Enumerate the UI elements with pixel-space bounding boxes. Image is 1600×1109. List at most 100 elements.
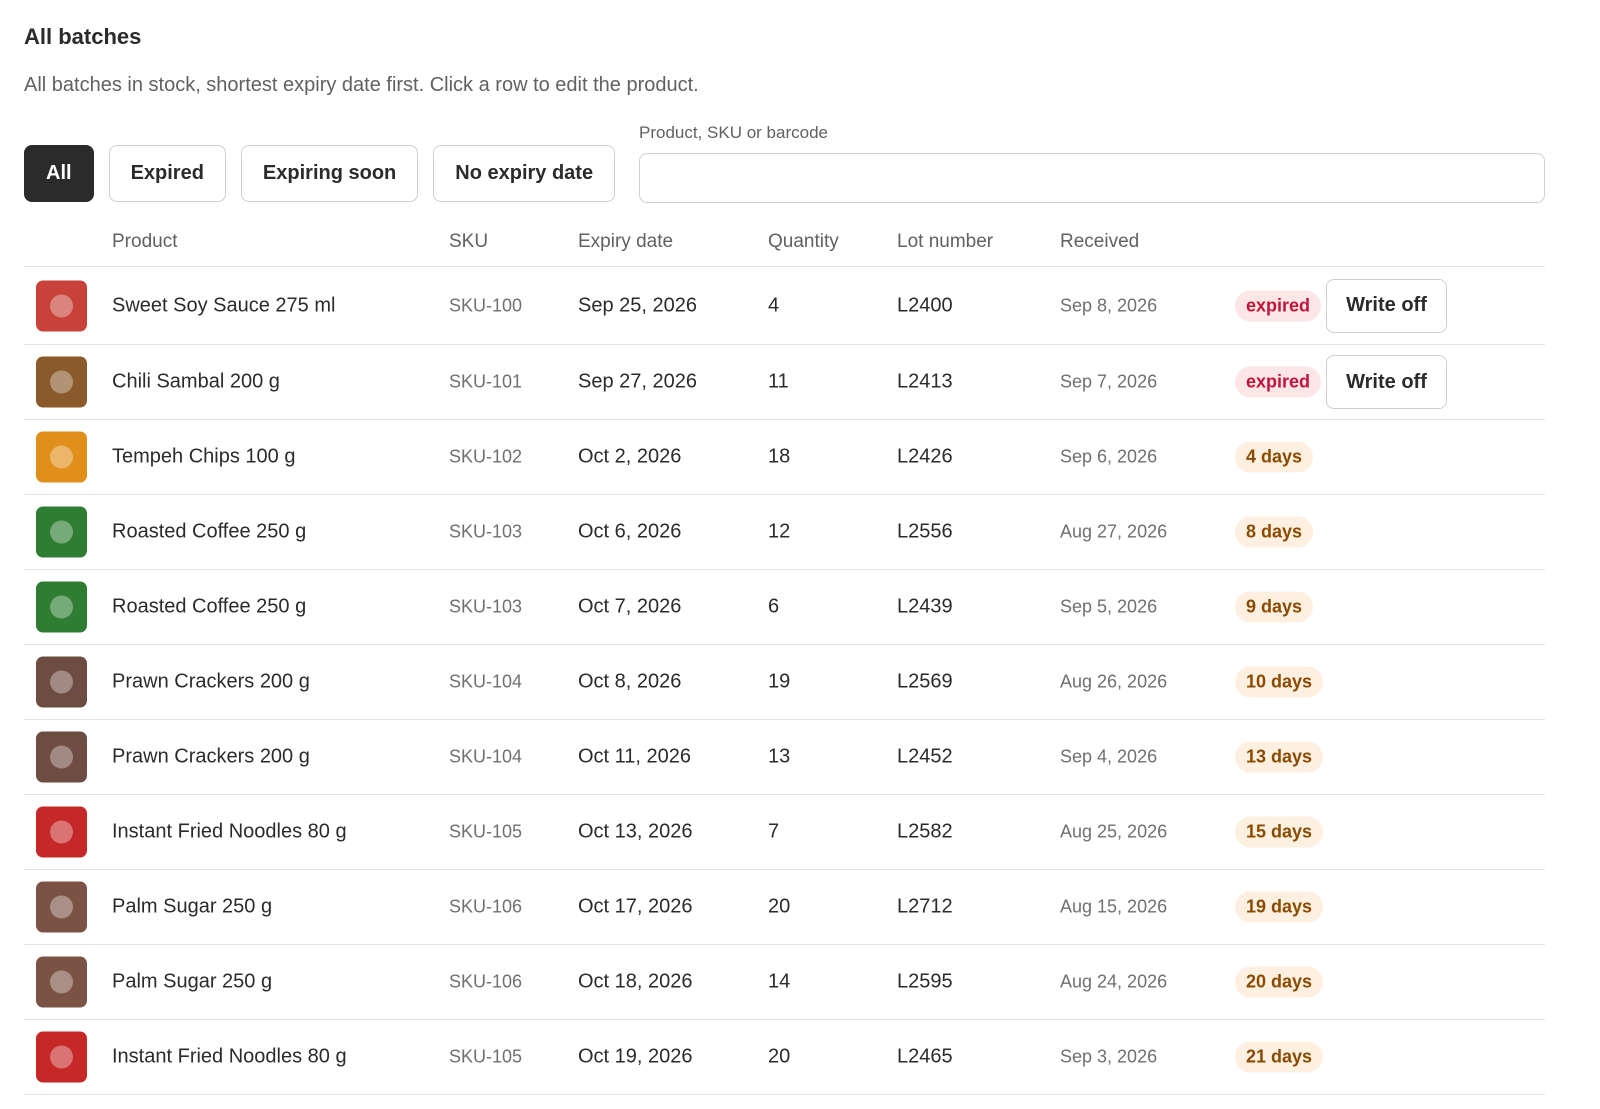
table-row[interactable]: Instant Fried Noodles 80 g SKU-105 Oct 19,…	[24, 1020, 1545, 1095]
lot-number-value: L2569	[897, 670, 953, 693]
lot-number-value: L2582	[897, 820, 953, 843]
column-quantity: Quantity	[768, 231, 839, 252]
search-input[interactable]	[639, 153, 1545, 203]
write-off-button[interactable]: Write off	[1326, 278, 1447, 333]
table-row[interactable]: Prawn Crackers 200 g SKU-104 Oct 11, 2026 1…	[24, 720, 1545, 795]
product-image-icon	[50, 445, 73, 469]
filter-expiring-soon-button[interactable]: Expiring soon	[240, 145, 419, 202]
product-image-icon	[50, 970, 73, 994]
product-thumbnail	[36, 656, 87, 708]
status-badge: 9 days	[1235, 591, 1314, 623]
batches-panel: All batches All batches in stock, shorte…	[0, 0, 1568, 1109]
status-badge: expired	[1235, 366, 1322, 398]
status-badge: 13 days	[1235, 741, 1324, 773]
quantity-value: 7	[768, 820, 780, 843]
product-thumbnail	[36, 280, 87, 331]
sku-value: SKU-105	[449, 821, 523, 842]
table-row[interactable]: Sweet Soy Sauce 275 ml SKU-100 Sep 25, 202…	[24, 267, 1545, 345]
table-row[interactable]: Instant Fried Noodles 80 g SKU-105 Oct 13,…	[24, 795, 1545, 870]
product-name: Instant Fried Noodles 80 g	[112, 820, 347, 843]
status-badge: 8 days	[1235, 516, 1314, 548]
product-thumbnail	[36, 731, 87, 783]
product-image-icon	[50, 895, 73, 919]
table-row[interactable]: Tempeh Chips 100 g SKU-102 Oct 2, 2026 18 L2…	[24, 420, 1545, 495]
expiry-date-value: Oct 8, 2026	[578, 670, 682, 693]
status-badge: 4 days	[1235, 441, 1314, 473]
filter-all-button[interactable]: All	[24, 145, 94, 202]
sku-value: SKU-104	[449, 671, 523, 692]
sku-value: SKU-106	[449, 971, 523, 992]
product-name: Sweet Soy Sauce 275 ml	[112, 294, 336, 316]
filter-group: All Expired Expiring soon No expiry date	[24, 145, 616, 202]
table-row[interactable]: Roasted Coffee 250 g SKU-103 Oct 6, 2026 12…	[24, 495, 1545, 570]
expiry-date-value: Sep 25, 2026	[578, 294, 697, 316]
page-title: All batches	[24, 24, 142, 49]
product-thumbnail	[36, 506, 87, 558]
status-badge: expired	[1235, 290, 1322, 321]
column-expiry-date: Expiry date	[578, 231, 674, 252]
expiry-date-value: Oct 7, 2026	[578, 595, 682, 618]
sku-value: SKU-104	[449, 746, 523, 767]
sku-value: SKU-103	[449, 596, 523, 617]
received-date-value: Sep 7, 2026	[1060, 371, 1158, 392]
column-received: Received	[1060, 231, 1140, 252]
product-image-icon	[50, 595, 73, 619]
filter-expired-button[interactable]: Expired	[108, 145, 226, 202]
quantity-value: 20	[768, 895, 791, 918]
received-date-value: Sep 8, 2026	[1060, 295, 1158, 315]
lot-number-value: L2595	[897, 970, 953, 993]
table-body: Sweet Soy Sauce 275 ml SKU-100 Sep 25, 202…	[24, 267, 1545, 1095]
table-row[interactable]: Palm Sugar 250 g SKU-106 Oct 17, 2026 20 L27…	[24, 870, 1545, 945]
expiry-date-value: Oct 6, 2026	[578, 520, 682, 543]
table-header: Product SKU Expiry date Quantity Lot num…	[24, 222, 1545, 267]
column-lot-number: Lot number	[897, 231, 994, 252]
sku-value: SKU-100	[449, 295, 523, 315]
received-date-value: Sep 4, 2026	[1060, 746, 1158, 767]
batches-table: Product SKU Expiry date Quantity Lot num…	[24, 222, 1545, 1095]
quantity-value: 14	[768, 970, 791, 993]
product-name: Roasted Coffee 250 g	[112, 595, 307, 618]
product-thumbnail	[36, 1031, 87, 1083]
received-date-value: Aug 25, 2026	[1060, 821, 1168, 842]
sku-value: SKU-103	[449, 521, 523, 542]
write-off-button[interactable]: Write off	[1326, 355, 1447, 409]
product-name: Palm Sugar 250 g	[112, 970, 273, 993]
quantity-value: 19	[768, 670, 791, 693]
quantity-value: 12	[768, 520, 791, 543]
column-sku: SKU	[449, 231, 489, 252]
product-thumbnail	[36, 806, 87, 858]
received-date-value: Aug 15, 2026	[1060, 896, 1168, 917]
product-image-icon	[50, 520, 73, 544]
sku-value: SKU-102	[449, 446, 523, 467]
quantity-value: 18	[768, 445, 791, 468]
table-row[interactable]: Chili Sambal 200 g SKU-101 Sep 27, 2026 11 L…	[24, 345, 1545, 420]
column-product: Product	[112, 231, 178, 252]
product-image-icon	[50, 1045, 73, 1069]
product-thumbnail	[36, 356, 87, 408]
status-badge: 10 days	[1235, 666, 1324, 698]
filter-no-expiry-button[interactable]: No expiry date	[433, 145, 616, 202]
product-name: Tempeh Chips 100 g	[112, 445, 296, 468]
received-date-value: Aug 27, 2026	[1060, 521, 1168, 542]
expiry-date-value: Oct 17, 2026	[578, 895, 693, 918]
expiry-date-value: Sep 27, 2026	[578, 370, 697, 393]
received-date-value: Sep 3, 2026	[1060, 1046, 1158, 1067]
expiry-date-value: Oct 18, 2026	[578, 970, 693, 993]
sku-value: SKU-105	[449, 1046, 523, 1067]
received-date-value: Aug 26, 2026	[1060, 671, 1168, 692]
quantity-value: 6	[768, 595, 780, 618]
quantity-value: 4	[768, 294, 780, 316]
quantity-value: 20	[768, 1045, 791, 1068]
expiry-date-value: Oct 2, 2026	[578, 445, 682, 468]
product-image-icon	[50, 745, 73, 769]
lot-number-value: L2400	[897, 294, 953, 316]
product-name: Prawn Crackers 200 g	[112, 670, 310, 693]
quantity-value: 11	[768, 370, 789, 393]
table-row[interactable]: Roasted Coffee 250 g SKU-103 Oct 7, 2026 6 L…	[24, 570, 1545, 645]
table-row[interactable]: Prawn Crackers 200 g SKU-104 Oct 8, 2026 19…	[24, 645, 1545, 720]
lot-number-value: L2712	[897, 895, 953, 918]
table-row[interactable]: Palm Sugar 250 g SKU-106 Oct 18, 2026 14 L25…	[24, 945, 1545, 1020]
lot-number-value: L2426	[897, 445, 953, 468]
product-name: Roasted Coffee 250 g	[112, 520, 307, 543]
lot-number-value: L2556	[897, 520, 953, 543]
